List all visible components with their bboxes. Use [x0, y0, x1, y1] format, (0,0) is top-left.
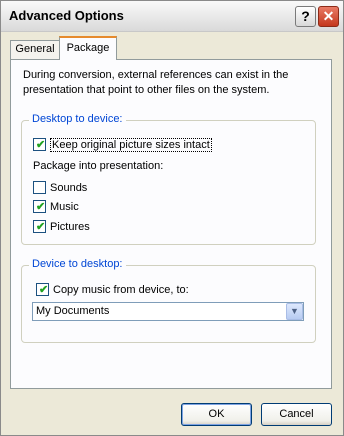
pictures-label: Pictures [50, 221, 90, 233]
sounds-label: Sounds [50, 182, 88, 194]
music-checkbox[interactable]: ✔ [33, 200, 46, 213]
check-icon: ✔ [39, 284, 49, 296]
ok-button[interactable]: OK [181, 403, 252, 426]
destination-dropdown[interactable]: My Documents ▼ [32, 302, 304, 321]
check-icon: ✔ [36, 221, 46, 233]
device-to-desktop-label: Device to desktop: [29, 258, 126, 270]
tab-general[interactable]: General [10, 40, 60, 59]
cancel-button[interactable]: Cancel [261, 403, 332, 426]
keep-sizes-checkbox[interactable]: ✔ [33, 138, 46, 151]
check-icon: ✔ [36, 201, 46, 213]
help-button[interactable]: ? [295, 6, 316, 27]
copy-music-checkbox[interactable]: ✔ [36, 283, 49, 296]
title-bar[interactable]: Advanced Options ? ✕ [1, 1, 343, 32]
close-button[interactable]: ✕ [318, 6, 339, 27]
sounds-checkbox[interactable] [33, 181, 46, 194]
tab-package[interactable]: Package [59, 36, 117, 60]
desktop-to-device-label: Desktop to device: [29, 113, 126, 125]
copy-music-label: Copy music from device, to: [53, 284, 189, 296]
pictures-checkbox[interactable]: ✔ [33, 220, 46, 233]
destination-value: My Documents [36, 305, 110, 317]
intro-text: During conversion, external references c… [23, 69, 289, 96]
check-icon: ✔ [36, 139, 46, 151]
close-icon: ✕ [322, 8, 335, 24]
package-into-label: Package into presentation: [33, 160, 164, 172]
help-icon: ? [301, 8, 310, 24]
music-label: Music [50, 201, 79, 213]
window-title: Advanced Options [9, 8, 124, 23]
keep-sizes-label: Keep original picture sizes intact [50, 138, 212, 152]
chevron-down-icon[interactable]: ▼ [286, 303, 303, 320]
